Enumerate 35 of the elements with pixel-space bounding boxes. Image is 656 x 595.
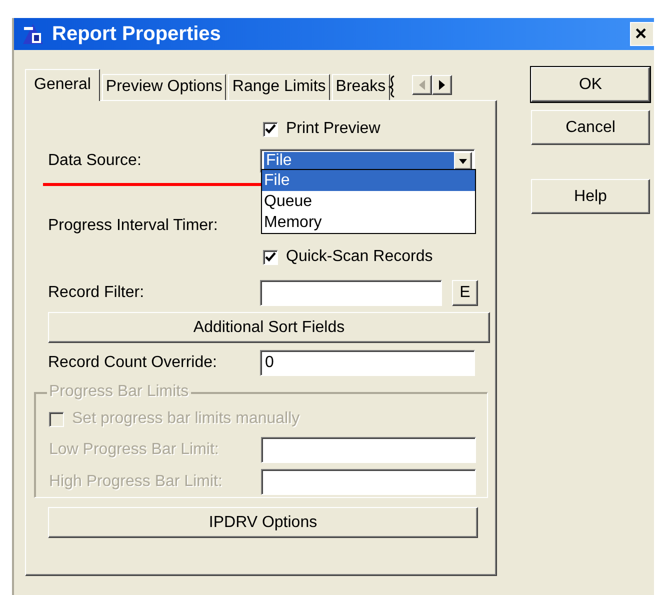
close-button[interactable]: × xyxy=(630,22,654,46)
dialog-button[interactable]: Help xyxy=(531,179,650,214)
checkbox-label: Print Preview xyxy=(286,119,380,139)
dropdown-option[interactable]: Queue xyxy=(262,191,475,212)
input-field[interactable] xyxy=(260,280,442,306)
checkbox-label: Set progress bar limits manually xyxy=(72,409,300,429)
dialog-button[interactable]: Cancel xyxy=(531,110,650,145)
tab[interactable]: Breaks xyxy=(332,74,390,100)
dropdown-option[interactable]: File xyxy=(262,170,475,191)
left-arrow-icon xyxy=(418,80,426,90)
group-legend: Progress Bar Limits xyxy=(47,382,191,402)
tab[interactable]: Range Limits xyxy=(228,74,330,100)
sort-fields-button[interactable]: Additional Sort Fields xyxy=(48,312,490,343)
field-label: Data Source: xyxy=(48,151,142,171)
input-field[interactable]: 0 xyxy=(260,350,475,376)
field-label: Progress Interval Timer: xyxy=(48,216,219,236)
checkbox[interactable] xyxy=(263,250,278,264)
field-label: High Progress Bar Limit: xyxy=(49,472,224,492)
caret-icon xyxy=(459,158,467,164)
app-logo-icon xyxy=(22,23,44,45)
dropdown-option[interactable]: Memory xyxy=(262,212,475,233)
dialog-button[interactable]: OK xyxy=(531,67,650,102)
scroll-right-button[interactable] xyxy=(432,75,452,95)
field-label: Record Count Override: xyxy=(48,353,218,373)
right-arrow-icon xyxy=(438,80,446,90)
window-title: Report Properties xyxy=(52,22,221,47)
tab-clip-icon xyxy=(388,74,396,98)
tab[interactable]: General xyxy=(25,69,100,101)
field-label: Record Filter: xyxy=(48,283,146,303)
field-label: Low Progress Bar Limit: xyxy=(49,440,220,460)
expression-button[interactable]: E xyxy=(452,280,478,306)
checkbox[interactable] xyxy=(263,122,278,136)
options-button[interactable]: IPDRV Options xyxy=(48,507,478,538)
tab[interactable]: Preview Options xyxy=(102,74,226,100)
checkbox-label: Quick-Scan Records xyxy=(286,247,433,267)
